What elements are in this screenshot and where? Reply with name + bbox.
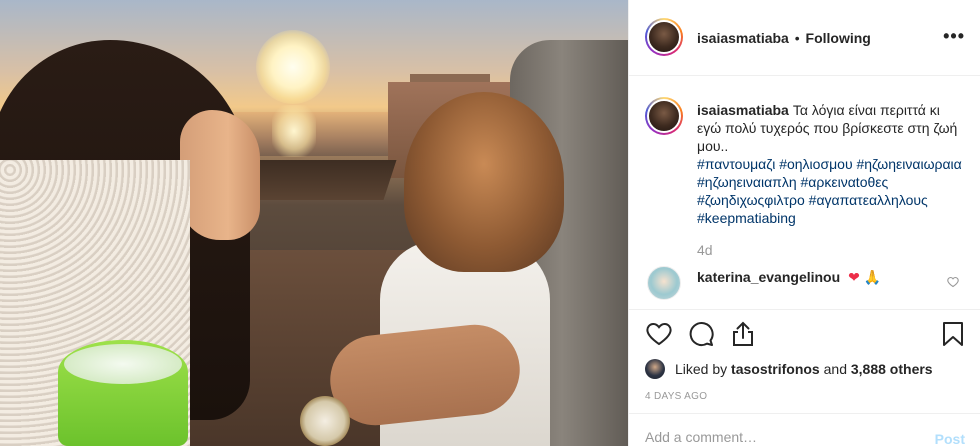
post-photo[interactable] (0, 0, 628, 446)
small-heart-icon[interactable] (947, 275, 959, 291)
likes-prefix: Liked by (675, 361, 728, 377)
post-comment-button[interactable]: Post (935, 431, 965, 446)
likes-summary: Liked by tasostrifonos and 3,888 others (645, 357, 933, 381)
child-hair (404, 92, 564, 272)
heart-emoji: ❤ (848, 269, 860, 285)
comment-text: katerina_evangelinou ❤ 🙏 (697, 269, 881, 286)
action-bar (629, 309, 980, 359)
caption-area: isaiasmatiaba Τα λόγια είναι περιττά κι ε… (629, 77, 980, 309)
commenter-avatar[interactable] (647, 266, 681, 300)
caption-avatar[interactable] (645, 97, 683, 135)
sun (256, 30, 330, 104)
author-avatar[interactable] (645, 18, 683, 56)
speech-bubble-icon[interactable] (687, 320, 715, 348)
liker-avatar[interactable] (645, 359, 665, 379)
likes-middle: and (823, 361, 847, 377)
heart-outline-icon[interactable] (645, 320, 673, 348)
add-comment-input[interactable] (645, 424, 905, 446)
author-username[interactable]: isaiasmatiaba (697, 30, 789, 46)
more-options-icon[interactable]: ••• (943, 26, 965, 47)
comment-row: katerina_evangelinou ❤ 🙏 (629, 263, 980, 303)
share-upload-icon[interactable] (729, 320, 757, 348)
liker-username[interactable]: tasostrifonos (731, 361, 820, 377)
likes-count[interactable]: 3,888 others (851, 361, 933, 377)
author-line: isaiasmatiaba • Following (697, 30, 871, 46)
sun-reflection (272, 105, 316, 157)
add-comment-bar: Post (629, 413, 980, 446)
watch (300, 396, 350, 446)
caption-hashtags[interactable]: #παντουμαζι #οηλιοσμου #ηζωηειναιωραια #… (697, 155, 967, 227)
post-header: isaiasmatiaba • Following ••• (629, 0, 980, 76)
woman-face (180, 110, 260, 240)
comment-username[interactable]: katerina_evangelinou (697, 269, 840, 285)
sippy-cup-lid (64, 344, 182, 384)
following-button[interactable]: Following (806, 30, 871, 46)
caption-time: 4d (697, 242, 713, 258)
caption-username[interactable]: isaiasmatiaba (697, 102, 789, 118)
pray-emoji: 🙏 (863, 269, 882, 285)
post-date[interactable]: 4 DAYS AGO (645, 391, 707, 402)
bookmark-icon[interactable] (939, 320, 967, 348)
post-side-panel: isaiasmatiaba • Following ••• isaiasmati… (628, 0, 980, 446)
caption: isaiasmatiaba Τα λόγια είναι περιττά κι ε… (697, 101, 967, 227)
separator-dot: • (794, 30, 800, 46)
